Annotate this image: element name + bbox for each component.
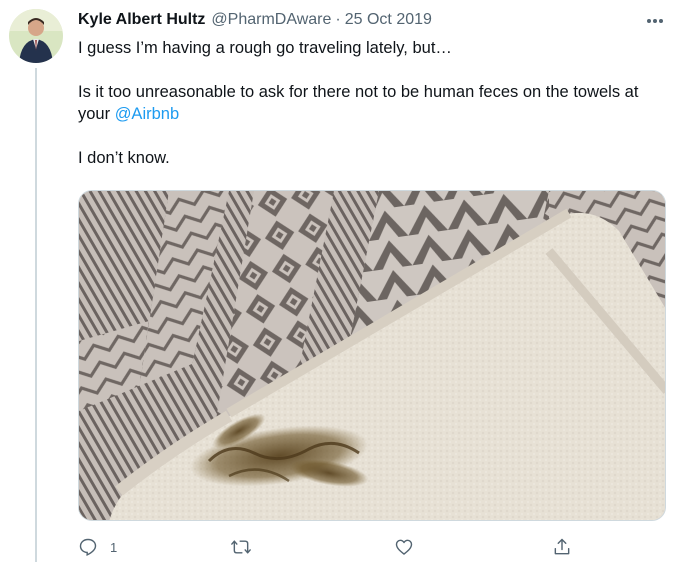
thread-line <box>35 68 37 562</box>
tweet-date[interactable]: 25 Oct 2019 <box>345 11 432 29</box>
separator-dot: · <box>335 11 341 28</box>
avatar[interactable] <box>9 9 63 63</box>
retweet-icon[interactable] <box>230 537 252 557</box>
author-handle[interactable]: @PharmDAware <box>211 11 331 29</box>
like-button[interactable] <box>394 536 426 558</box>
tweet-text-line-3: I don’t know. <box>78 149 170 167</box>
tweet-text: I guess I’m having a rough go traveling … <box>78 37 668 169</box>
tweet-text-line-2: Is it too unreasonable to ask for there … <box>78 81 668 125</box>
more-icon[interactable] <box>640 8 670 34</box>
tweet-text-line-1: I guess I’m having a rough go traveling … <box>78 39 452 57</box>
tweet-photo[interactable] <box>78 190 666 521</box>
retweet-button[interactable] <box>230 536 264 558</box>
tweet-header: Kyle Albert Hultz @PharmDAware · 25 Oct … <box>78 11 432 33</box>
author-name[interactable]: Kyle Albert Hultz <box>78 11 205 29</box>
reply-button[interactable]: 1 <box>78 536 117 558</box>
share-button[interactable] <box>552 536 572 558</box>
reply-icon[interactable] <box>78 537 98 557</box>
reply-count: 1 <box>110 539 118 555</box>
like-icon[interactable] <box>394 537 414 557</box>
mention-link[interactable]: @Airbnb <box>115 105 179 123</box>
share-icon[interactable] <box>552 537 572 557</box>
tweet-card[interactable]: Kyle Albert Hultz @PharmDAware · 25 Oct … <box>0 0 680 562</box>
tweet-actions: 1 <box>78 536 578 558</box>
